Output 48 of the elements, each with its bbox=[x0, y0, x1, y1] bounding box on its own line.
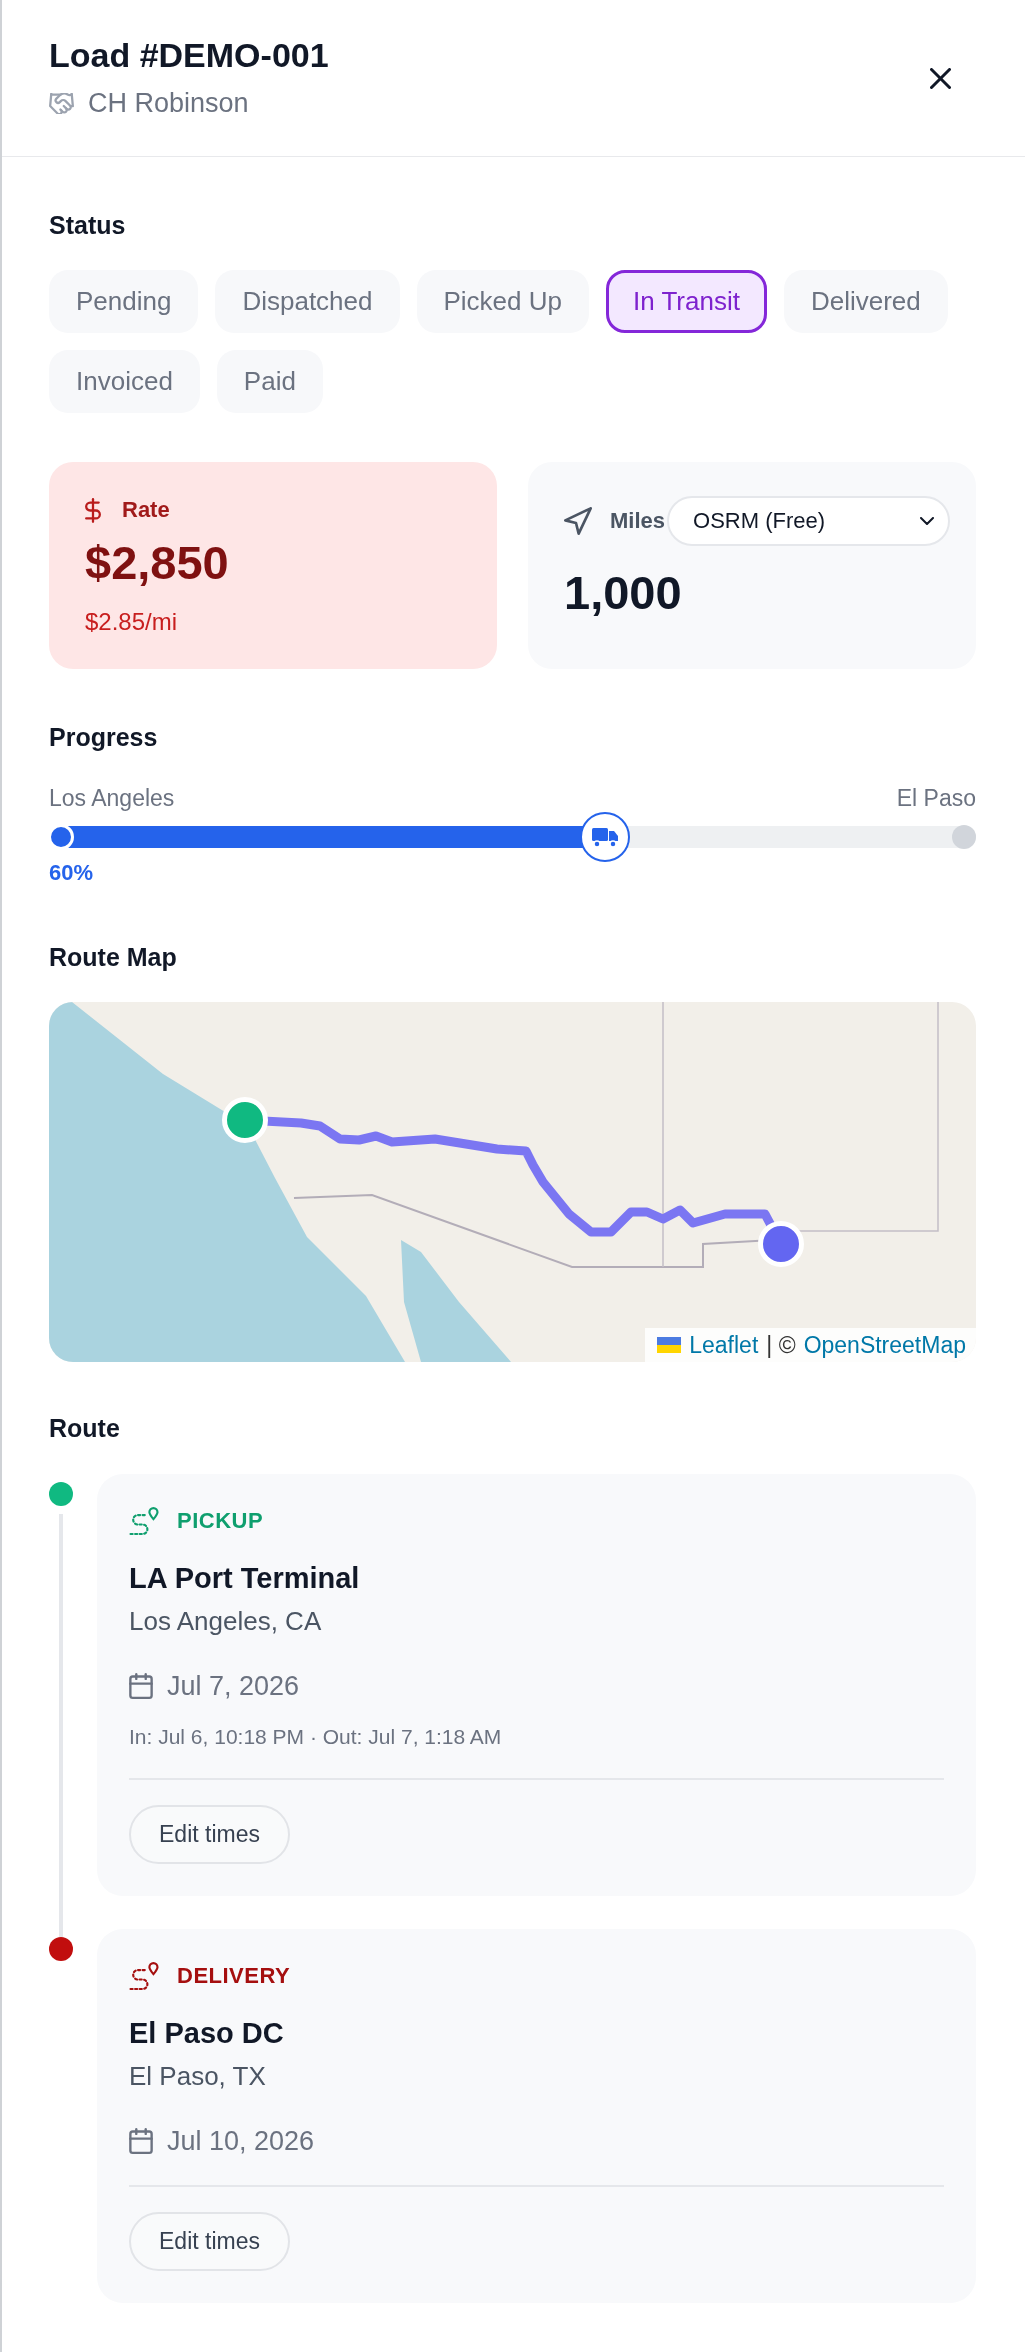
edit-times-button[interactable]: Edit times bbox=[129, 2212, 290, 2271]
calendar-icon bbox=[129, 2128, 153, 2154]
attribution-link[interactable]: Leaflet bbox=[689, 1331, 759, 1359]
load-title: Load #DEMO-001 bbox=[49, 35, 329, 76]
destination-label: El Paso bbox=[896, 784, 976, 812]
route-icon bbox=[129, 1506, 159, 1536]
stop-date: Jul 7, 2026 bbox=[167, 1670, 300, 1703]
status-chip[interactable]: Dispatched bbox=[215, 270, 400, 333]
attribution-link[interactable]: OpenStreetMap bbox=[803, 1331, 966, 1359]
stop-name: El Paso DC bbox=[129, 2016, 285, 2051]
chevron-down-icon bbox=[920, 517, 934, 525]
handshake-icon bbox=[49, 92, 74, 114]
flag-icon bbox=[657, 1337, 682, 1353]
route-icon bbox=[129, 1961, 159, 1991]
stop-name: LA Port Terminal bbox=[129, 1561, 361, 1596]
calendar-icon bbox=[129, 1673, 153, 1699]
status-chip[interactable]: Delivered bbox=[783, 270, 948, 333]
section-heading: Progress bbox=[49, 722, 159, 753]
miles-value: 1,000 bbox=[564, 566, 683, 620]
dollar-icon bbox=[85, 497, 101, 523]
rate-per-mile: $2.85/mi bbox=[85, 608, 179, 636]
section-heading: Status bbox=[49, 210, 127, 241]
stop-type: PICKUP bbox=[177, 1508, 264, 1534]
close-icon bbox=[930, 67, 951, 89]
status-chip[interactable]: Picked Up bbox=[416, 270, 589, 333]
mileage-source-dropdown[interactable]: OSRM (Free) bbox=[667, 496, 950, 546]
miles-label: Miles bbox=[610, 508, 666, 534]
stop-location: Los Angeles, CA bbox=[129, 1605, 323, 1638]
start-point-icon bbox=[48, 824, 74, 850]
origin-label: Los Angeles bbox=[49, 784, 175, 812]
status-chip[interactable]: In Transit bbox=[606, 270, 767, 333]
stop-type: DELIVERY bbox=[177, 1963, 291, 1989]
progress-percent: 60% bbox=[49, 859, 95, 887]
status-chip[interactable]: Pending bbox=[49, 270, 199, 333]
status-chip[interactable]: Paid bbox=[216, 350, 323, 413]
customer-name: CH Robinson bbox=[88, 87, 249, 120]
attribution-text: | © bbox=[766, 1331, 796, 1359]
stop-times: In: Jul 6, 10:18 PM · Out: Jul 7, 1:18 AM bbox=[129, 1724, 503, 1750]
section-heading: Route bbox=[49, 1413, 121, 1444]
status-chip[interactable]: Invoiced bbox=[49, 350, 200, 413]
stop-date: Jul 10, 2026 bbox=[167, 2125, 315, 2158]
edit-times-button[interactable]: Edit times bbox=[129, 1805, 290, 1864]
rate-amount: $2,850 bbox=[85, 536, 230, 590]
section-heading: Route Map bbox=[49, 942, 178, 973]
rate-label: Rate bbox=[122, 497, 170, 523]
end-point-icon bbox=[952, 825, 976, 849]
navigation-icon bbox=[564, 507, 592, 535]
stop-location: El Paso, TX bbox=[129, 2060, 267, 2093]
